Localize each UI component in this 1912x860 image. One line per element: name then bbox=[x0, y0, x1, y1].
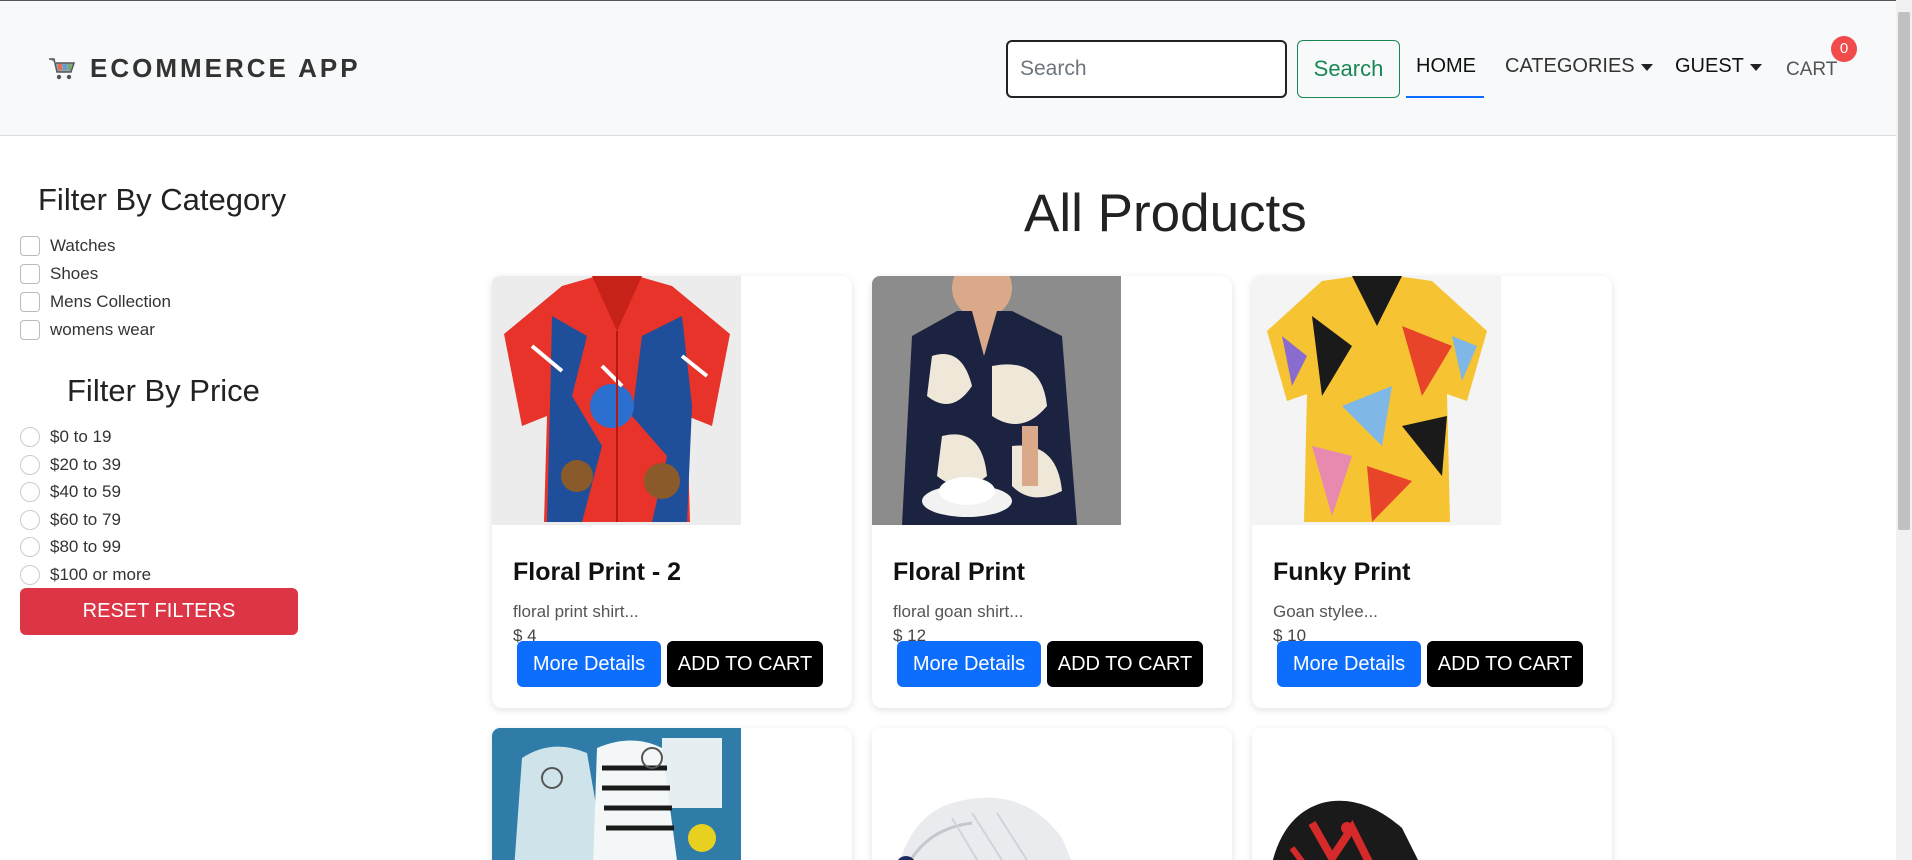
brand-name: ECOMMERCE APP bbox=[90, 53, 361, 83]
add-to-cart-button[interactable]: ADD TO CART bbox=[667, 641, 823, 687]
price-filter-0-19[interactable]: $0 to 19 bbox=[20, 427, 111, 447]
category-label: Mens Collection bbox=[50, 292, 171, 311]
nav-cart-link[interactable]: CART bbox=[1786, 59, 1837, 81]
scrollbar-thumb[interactable] bbox=[1898, 12, 1910, 530]
category-label: Shoes bbox=[50, 264, 99, 283]
more-details-button[interactable]: More Details bbox=[517, 641, 661, 687]
price-filter-20-39[interactable]: $20 to 39 bbox=[20, 455, 121, 475]
price-filter-100-plus[interactable]: $100 or more bbox=[20, 565, 151, 585]
price-filter-80-99[interactable]: $80 to 99 bbox=[20, 537, 121, 557]
nav-home-link[interactable]: HOME bbox=[1416, 55, 1476, 78]
category-label: womens wear bbox=[50, 320, 155, 339]
product-image[interactable] bbox=[1252, 728, 1501, 860]
nav-home-label: HOME bbox=[1416, 55, 1476, 77]
price-label: $80 to 99 bbox=[50, 537, 121, 556]
chevron-down-icon bbox=[1640, 64, 1653, 71]
sneaker-image bbox=[492, 728, 741, 860]
product-description: Goan stylee... bbox=[1273, 602, 1378, 621]
more-details-button[interactable]: More Details bbox=[1277, 641, 1421, 687]
product-card bbox=[872, 728, 1232, 860]
product-image[interactable] bbox=[872, 728, 1121, 860]
price-label: $40 to 59 bbox=[50, 482, 121, 501]
product-card bbox=[492, 728, 852, 860]
product-name: Floral Print - 2 bbox=[513, 558, 682, 586]
chevron-down-icon bbox=[1749, 64, 1762, 71]
product-card bbox=[1252, 728, 1612, 860]
funky-shirt-image bbox=[1252, 276, 1501, 525]
price-filter-60-79[interactable]: $60 to 79 bbox=[20, 510, 121, 530]
radio-button[interactable] bbox=[20, 482, 40, 502]
checkbox[interactable] bbox=[20, 320, 40, 340]
page-scrollbar[interactable] bbox=[1896, 0, 1912, 860]
price-label: $60 to 79 bbox=[50, 510, 121, 529]
nav-cart-label: CART bbox=[1786, 59, 1838, 80]
search-input[interactable] bbox=[1006, 40, 1287, 98]
navbar: ECOMMERCE APP Search HOME CATEGORIES GUE… bbox=[0, 0, 1896, 136]
product-description: floral print shirt... bbox=[513, 602, 639, 621]
more-details-button[interactable]: More Details bbox=[897, 641, 1041, 687]
nav-user-label: GUEST bbox=[1675, 55, 1744, 77]
product-card: Floral Print - 2 floral print shirt... $… bbox=[492, 276, 852, 708]
checkbox[interactable] bbox=[20, 264, 40, 284]
checkbox[interactable] bbox=[20, 292, 40, 312]
nav-categories-dropdown[interactable]: CATEGORIES bbox=[1505, 55, 1653, 78]
price-label: $0 to 19 bbox=[50, 427, 112, 446]
add-to-cart-button[interactable]: ADD TO CART bbox=[1047, 641, 1203, 687]
active-nav-indicator bbox=[1406, 96, 1484, 98]
product-name: Funky Print bbox=[1273, 558, 1411, 586]
product-image[interactable] bbox=[492, 728, 741, 860]
reset-filters-button[interactable]: RESET FILTERS bbox=[20, 588, 298, 635]
shopping-cart-icon bbox=[49, 57, 76, 79]
product-image[interactable] bbox=[492, 276, 741, 525]
radio-button[interactable] bbox=[20, 455, 40, 475]
price-filter-40-59[interactable]: $40 to 59 bbox=[20, 482, 121, 502]
price-label: $100 or more bbox=[50, 565, 152, 584]
checkbox[interactable] bbox=[20, 236, 40, 256]
brand-link[interactable]: ECOMMERCE APP bbox=[48, 53, 361, 84]
page-title: All Products bbox=[1024, 184, 1307, 243]
product-description: floral goan shirt... bbox=[893, 602, 1024, 621]
category-filter-mens-collection[interactable]: Mens Collection bbox=[20, 292, 171, 312]
nav-user-dropdown[interactable]: GUEST bbox=[1675, 55, 1762, 78]
price-filter-heading: Filter By Price bbox=[67, 373, 260, 408]
floral-shirt-image bbox=[492, 276, 741, 525]
product-image[interactable] bbox=[872, 276, 1121, 525]
category-filter-heading: Filter By Category bbox=[38, 182, 287, 217]
radio-button[interactable] bbox=[20, 537, 40, 557]
sneaker-image bbox=[872, 728, 1121, 860]
category-filter-shoes[interactable]: Shoes bbox=[20, 264, 98, 284]
nav-categories-label: CATEGORIES bbox=[1505, 55, 1635, 77]
product-card: Floral Print floral goan shirt... $ 12 M… bbox=[872, 276, 1232, 708]
radio-button[interactable] bbox=[20, 510, 40, 530]
radio-button[interactable] bbox=[20, 427, 40, 447]
add-to-cart-button[interactable]: ADD TO CART bbox=[1427, 641, 1583, 687]
product-image[interactable] bbox=[1252, 276, 1501, 525]
category-filter-watches[interactable]: Watches bbox=[20, 236, 116, 256]
price-label: $20 to 39 bbox=[50, 455, 121, 474]
cart-count-badge: 0 bbox=[1831, 36, 1857, 62]
product-card: Funky Print Goan stylee... $ 10 More Det… bbox=[1252, 276, 1612, 708]
floral-shirt-model-image bbox=[872, 276, 1121, 525]
sneaker-image bbox=[1252, 728, 1501, 860]
radio-button[interactable] bbox=[20, 565, 40, 585]
product-name: Floral Print bbox=[893, 558, 1025, 586]
category-label: Watches bbox=[50, 236, 116, 255]
search-button[interactable]: Search bbox=[1297, 40, 1400, 98]
category-filter-womens-wear[interactable]: womens wear bbox=[20, 320, 155, 340]
